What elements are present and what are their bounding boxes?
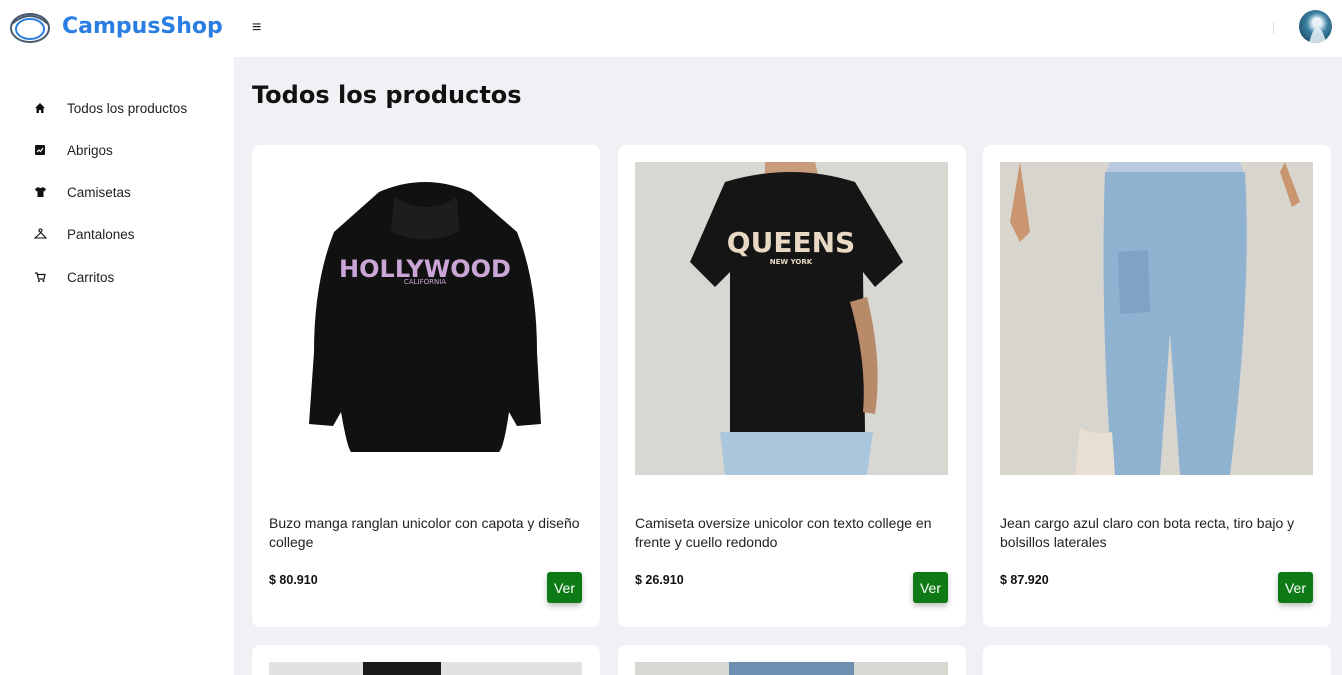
product-card — [983, 645, 1331, 675]
sidebar-item-label: Abrigos — [67, 142, 113, 158]
sidebar: Todos los productos Abrigos Camisetas Pa… — [0, 57, 234, 675]
product-price: $ 80.910 — [269, 573, 318, 587]
product-image[interactable]: QUEENS NEW YORK — [635, 162, 948, 475]
sidebar-item-todos-los-productos[interactable]: Todos los productos — [32, 98, 187, 118]
sidebar-item-abrigos[interactable]: Abrigos — [32, 140, 113, 160]
hanger-icon — [32, 226, 48, 242]
home-icon — [32, 100, 48, 116]
product-image[interactable] — [1000, 162, 1313, 475]
tshirt-icon — [32, 184, 48, 200]
product-image[interactable] — [269, 662, 582, 675]
hamburger-menu-icon[interactable]: ≡ — [252, 18, 268, 38]
brand-name: CampusShop — [62, 13, 223, 39]
sidebar-item-label: Camisetas — [67, 184, 131, 200]
product-price: $ 26.910 — [635, 573, 684, 587]
product-image[interactable] — [1000, 662, 1313, 675]
product-card — [252, 645, 600, 675]
header-divider — [1273, 22, 1274, 34]
chart-icon — [32, 142, 48, 158]
sidebar-item-label: Pantalones — [67, 226, 135, 242]
sidebar-item-carritos[interactable]: Carritos — [32, 267, 114, 287]
product-card: QUEENS NEW YORK Camiseta oversize unicol… — [618, 145, 966, 627]
product-price: $ 87.920 — [1000, 573, 1049, 587]
product-image-subtext: CALIFORNIA — [404, 278, 446, 286]
product-card — [618, 645, 966, 675]
product-image-subtext: NEW YORK — [770, 258, 813, 266]
top-bar: CampusShop ≡ — [0, 0, 1342, 57]
product-image-text: QUEENS — [727, 226, 855, 259]
view-product-button[interactable]: Ver — [913, 572, 948, 603]
product-image[interactable] — [635, 662, 948, 675]
sidebar-item-camisetas[interactable]: Camisetas — [32, 182, 131, 202]
view-product-button[interactable]: Ver — [547, 572, 582, 603]
product-name: Buzo manga ranglan unicolor con capota y… — [269, 515, 580, 550]
cart-icon — [32, 269, 48, 285]
page-title: Todos los productos — [252, 81, 522, 109]
product-name: Jean cargo azul claro con bota recta, ti… — [1000, 515, 1295, 550]
brand-logo[interactable]: CampusShop — [8, 8, 223, 44]
product-card: HOLLYWOOD CALIFORNIA Buzo manga ranglan … — [252, 145, 600, 627]
view-product-button[interactable]: Ver — [1278, 572, 1313, 603]
sidebar-item-label: Carritos — [67, 269, 115, 285]
sidebar-item-pantalones[interactable]: Pantalones — [32, 224, 135, 244]
product-image[interactable]: HOLLYWOOD CALIFORNIA — [269, 162, 582, 475]
main-content: Todos los productos HOLLYWOOD CALIFORNIA… — [234, 57, 1342, 675]
avatar[interactable] — [1299, 10, 1332, 43]
product-card: Jean cargo azul claro con bota recta, ti… — [983, 145, 1331, 627]
product-name: Camiseta oversize unicolor con texto col… — [635, 515, 932, 550]
sidebar-item-label: Todos los productos — [67, 100, 188, 116]
avatar-image — [1309, 17, 1326, 43]
logo-icon — [10, 13, 50, 43]
